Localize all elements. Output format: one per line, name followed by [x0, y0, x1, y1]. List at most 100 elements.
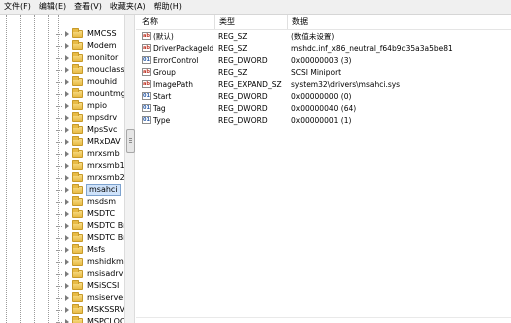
binary-value-icon: 01 [142, 56, 151, 64]
tree-item[interactable]: MSDTC Br [56, 232, 124, 244]
expand-arrow-icon[interactable] [64, 79, 70, 85]
expand-arrow-icon[interactable] [64, 139, 70, 145]
folder-icon [72, 316, 83, 323]
tree-connector [56, 310, 62, 311]
expand-arrow-icon[interactable] [64, 31, 70, 37]
expand-arrow-icon[interactable] [64, 271, 70, 277]
tree-guide-line [34, 15, 35, 323]
tree-item[interactable]: mountmg [56, 88, 124, 100]
folder-icon [72, 184, 83, 194]
tree-item[interactable]: msisadrv [56, 268, 124, 280]
expand-arrow-icon[interactable] [64, 91, 70, 97]
menu-help[interactable]: 帮助(H) [150, 0, 186, 14]
tree-scrollbar[interactable] [124, 15, 135, 323]
tree-item[interactable]: MSiSCSI [56, 280, 120, 292]
registry-value-row[interactable]: ab ImagePath REG_EXPAND_SZ system32\drivers… [136, 79, 511, 90]
column-header-name[interactable]: 名称 [138, 15, 214, 29]
tree-connector [56, 286, 62, 287]
tree-connector [56, 118, 62, 119]
tree-item[interactable]: msdsm [56, 196, 117, 208]
tree-item[interactable]: MSDTC [56, 208, 116, 220]
expand-arrow-icon[interactable] [64, 259, 70, 265]
expand-arrow-icon[interactable] [64, 43, 70, 49]
menu-edit[interactable]: 编辑(E) [35, 0, 70, 14]
expand-arrow-icon[interactable] [64, 211, 70, 217]
expand-arrow-icon[interactable] [64, 295, 70, 301]
expand-arrow-icon[interactable] [64, 187, 70, 193]
registry-value-row[interactable]: ab (默认) REG_SZ (数值未设置) [136, 31, 511, 42]
expand-arrow-icon[interactable] [64, 199, 70, 205]
value-type: REG_DWORD [218, 56, 268, 65]
folder-icon [72, 244, 83, 254]
registry-value-row[interactable]: ab DriverPackageId REG_SZ mshdc.inf_x86_neu… [136, 43, 511, 54]
column-header-data[interactable]: 数据 [287, 15, 511, 29]
tree-connector [56, 94, 62, 95]
tree-item[interactable]: monitor [56, 52, 119, 64]
tree-guide-line [58, 15, 59, 323]
tree-item-label: Modem [87, 41, 117, 50]
tree-item[interactable]: mrxsmb10 [56, 160, 124, 172]
column-header-type[interactable]: 类型 [214, 15, 287, 29]
tree-item-label: mountmg [87, 89, 124, 98]
tree-item[interactable]: msahci [56, 184, 121, 196]
tree-item-label: MSDTC Br [87, 221, 124, 230]
value-data: (数值未设置) [291, 32, 335, 41]
tree-item[interactable]: mrxsmb [56, 148, 121, 160]
tree-item[interactable]: mshidkmc [56, 256, 124, 268]
tree-item-label: MMCSS [87, 29, 117, 38]
tree-item[interactable]: mpsdrv [56, 112, 118, 124]
registry-value-row[interactable]: 01 Start REG_DWORD 0x00000000 (0) [136, 91, 511, 102]
expand-arrow-icon[interactable] [64, 55, 70, 61]
expand-arrow-icon[interactable] [64, 175, 70, 181]
expand-arrow-icon[interactable] [64, 103, 70, 109]
expand-arrow-icon[interactable] [64, 283, 70, 289]
tree-item[interactable]: MSPCLOC [56, 316, 124, 323]
tree-item[interactable]: msiserver [56, 292, 124, 304]
expand-arrow-icon[interactable] [64, 319, 70, 323]
tree-item[interactable]: MRxDAV [56, 136, 122, 148]
tree-item[interactable]: MSKSSRV [56, 304, 124, 316]
scrollbar-thumb[interactable] [126, 129, 135, 153]
value-type: REG_SZ [218, 68, 248, 77]
expand-arrow-icon[interactable] [64, 115, 70, 121]
folder-icon [72, 220, 83, 230]
expand-arrow-icon[interactable] [64, 127, 70, 133]
tree-item[interactable]: mrxsmb20 [56, 172, 124, 184]
expand-arrow-icon[interactable] [64, 235, 70, 241]
tree-item[interactable]: Msfs [56, 244, 106, 256]
registry-value-row[interactable]: 01 Type REG_DWORD 0x00000001 (1) [136, 115, 511, 126]
tree-item-label: mouhid [87, 77, 118, 86]
grip-line [129, 138, 132, 139]
tree-item[interactable]: MMCSS [56, 28, 118, 40]
tree-item[interactable]: mpio [56, 100, 108, 112]
tree-item[interactable]: mouhid [56, 76, 118, 88]
registry-key-tree[interactable]: MMCSS Modem monitor mouclass mouhid mountmg mp… [0, 15, 124, 323]
tree-item[interactable]: MSDTC Br [56, 220, 124, 232]
grip-line [129, 140, 132, 141]
tree-item-label: mrxsmb20 [87, 173, 124, 182]
menu-file[interactable]: 文件(F) [0, 0, 35, 14]
menu-view[interactable]: 查看(V) [70, 0, 106, 14]
folder-icon [72, 268, 83, 278]
expand-arrow-icon[interactable] [64, 163, 70, 169]
expand-arrow-icon[interactable] [64, 67, 70, 73]
expand-arrow-icon[interactable] [64, 151, 70, 157]
registry-value-row[interactable]: ab Group REG_SZ SCSI Miniport [136, 67, 511, 78]
registry-value-row[interactable]: 01 ErrorControl REG_DWORD 0x00000003 (3) [136, 55, 511, 66]
menu-favorites[interactable]: 收藏夹(A) [106, 0, 150, 14]
tree-item[interactable]: MpsSvc [56, 124, 118, 136]
tree-guide-line [6, 15, 7, 323]
expand-arrow-icon[interactable] [64, 223, 70, 229]
registry-value-row[interactable]: 01 Tag REG_DWORD 0x00000040 (64) [136, 103, 511, 114]
value-type: REG_DWORD [218, 92, 268, 101]
expand-arrow-icon[interactable] [64, 307, 70, 313]
expand-arrow-icon[interactable] [64, 247, 70, 253]
folder-icon [72, 172, 83, 182]
tree-item-label: MpsSvc [87, 125, 118, 134]
tree-item[interactable]: Modem [56, 40, 118, 52]
folder-icon [72, 112, 83, 122]
tree-connector [56, 106, 62, 107]
tree-item[interactable]: mouclass [56, 64, 124, 76]
tree-item-label: msisadrv [87, 269, 124, 278]
binary-value-icon: 01 [142, 104, 151, 112]
